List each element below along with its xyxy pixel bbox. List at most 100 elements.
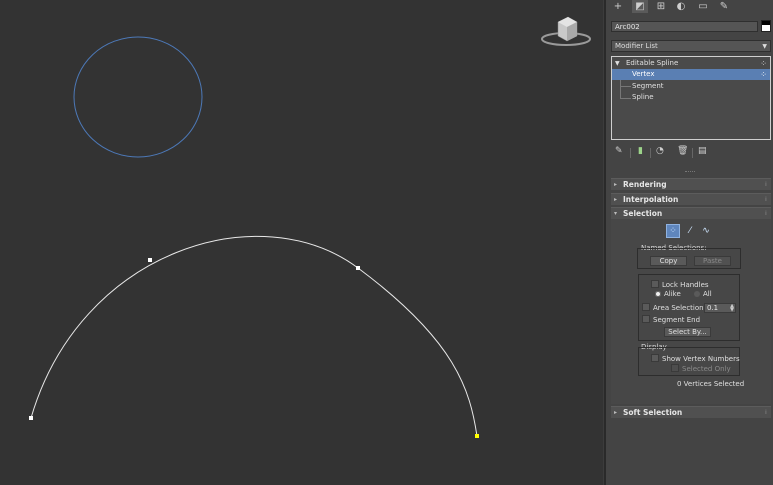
configure-sets-icon[interactable]: ▤ (698, 146, 707, 156)
selected-only-checkbox[interactable]: Selected Only (671, 364, 731, 374)
select-by-button[interactable]: Select By... (664, 327, 711, 337)
object-name-field[interactable]: Arc002 (611, 21, 758, 32)
selection-status: 0 Vertices Selected (677, 380, 745, 388)
chevron-down-icon: ▼ (762, 43, 767, 50)
plus-icon: + (613, 1, 623, 12)
stack-toolbar: ✎ ▮ ◔ 🗑 ▤ (611, 146, 771, 160)
rollout-rendering[interactable]: ▸ Rendering ⁞ (611, 178, 771, 190)
spline-icon: ∿ (702, 226, 710, 236)
stack-item-label: Vertex (632, 70, 655, 78)
alike-radio[interactable]: Alike (655, 290, 681, 299)
command-panel-tabs: + ◩ ⊞ ◐ ▭ ✎ (606, 0, 773, 14)
all-radio[interactable]: All (694, 290, 712, 299)
checkbox-box (671, 364, 679, 372)
stack-item-editable-spline[interactable]: ▼ Editable Spline ⁘ (612, 58, 770, 69)
vertex-point[interactable] (148, 258, 152, 262)
spline-level-button[interactable]: ∿ (699, 224, 713, 238)
modify-icon: ◩ (635, 1, 645, 12)
rollout-interpolation[interactable]: ▸ Interpolation ⁞ (611, 193, 771, 205)
collapse-arrow-icon[interactable]: ▼ (615, 58, 620, 69)
rollout-soft-selection[interactable]: ▸ Soft Selection ⁞ (611, 406, 771, 418)
rollout-title: Selection (623, 209, 663, 218)
toolbar-divider (692, 148, 693, 158)
radio-dot (694, 291, 700, 297)
stack-item-label: Editable Spline (626, 59, 679, 67)
all-label: All (703, 290, 712, 298)
rollout-grip-icon: ⁞ (764, 196, 767, 203)
radio-dot (655, 291, 661, 297)
rollout-grip-icon: ⁞ (764, 409, 767, 416)
area-selection-label: Area Selection: (653, 304, 706, 312)
vertex-icon: ⁘ (669, 226, 677, 236)
modifier-stack[interactable]: ▼ Editable Spline ⁘ Vertex ⁘ Segment Spl… (611, 56, 771, 140)
lock-handles-checkbox[interactable]: Lock Handles (651, 280, 709, 290)
hierarchy-tab[interactable]: ⊞ (653, 0, 669, 13)
selected-only-label: Selected Only (682, 365, 731, 373)
lock-handles-label: Lock Handles (662, 281, 709, 289)
segment-end-label: Segment End (653, 316, 701, 324)
motion-tab[interactable]: ◐ (673, 0, 689, 13)
modify-tab[interactable]: ◩ (632, 0, 648, 13)
stack-item-segment[interactable]: Segment (612, 81, 770, 92)
vertex-level-button[interactable]: ⁘ (666, 224, 680, 238)
area-selection-checkbox[interactable]: Area Selection: (642, 303, 706, 313)
stack-item-spline[interactable]: Spline (612, 92, 770, 103)
checkbox-box (642, 315, 650, 323)
first-vertex-point[interactable] (475, 434, 479, 438)
sub-object-icon: ⁘ (760, 59, 767, 68)
toolbar-divider (650, 148, 651, 158)
checkbox-box (651, 354, 659, 362)
modifier-list-label: Modifier List (615, 42, 658, 50)
copy-button[interactable]: Copy (650, 256, 687, 266)
arc-spline[interactable] (30, 235, 478, 437)
rollout-title: Soft Selection (623, 408, 683, 417)
motion-icon: ◐ (676, 1, 686, 12)
stack-item-label: Spline (632, 93, 654, 101)
circle-shape[interactable] (73, 36, 203, 158)
expand-arrow-icon: ▸ (614, 181, 618, 188)
expand-arrow-icon: ▸ (614, 409, 618, 416)
viewcube[interactable] (541, 16, 591, 46)
display-tab[interactable]: ▭ (695, 0, 711, 13)
make-unique-icon[interactable]: ◔ (656, 146, 664, 156)
segment-level-button[interactable]: ⁄ (683, 224, 697, 238)
checkbox-box (642, 303, 650, 311)
drag-grip[interactable] (685, 171, 695, 174)
hierarchy-icon: ⊞ (656, 1, 666, 12)
collapse-arrow-icon: ▾ (614, 210, 618, 217)
command-panel: + ◩ ⊞ ◐ ▭ ✎ Arc002 Modifier List ▼ ▼ Edi… (606, 0, 773, 485)
pin-stack-icon[interactable]: ✎ (615, 146, 623, 156)
segment-icon: ⁄ (689, 226, 691, 236)
paste-button[interactable]: Paste (694, 256, 731, 266)
show-end-result-icon[interactable]: ▮ (638, 146, 643, 156)
utilities-tab[interactable]: ✎ (716, 0, 732, 13)
create-tab[interactable]: + (610, 0, 626, 13)
segment-end-checkbox[interactable]: Segment End (642, 315, 700, 325)
area-selection-spinner[interactable]: 0.1 ▲ ▼ (704, 303, 736, 313)
vertex-point[interactable] (29, 416, 33, 420)
trash-icon[interactable]: 🗑 (677, 146, 688, 156)
rollout-selection[interactable]: ▾ Selection ⁞ (611, 207, 771, 219)
toolbar-divider (630, 148, 631, 158)
wrench-icon: ✎ (719, 1, 729, 12)
vertex-point[interactable] (356, 266, 360, 270)
show-vertex-numbers-label: Show Vertex Numbers (662, 355, 740, 363)
stack-item-label: Segment (632, 82, 664, 90)
rollout-grip-icon: ⁞ (764, 210, 767, 217)
perspective-viewport[interactable] (0, 0, 603, 485)
stack-item-vertex[interactable]: Vertex ⁘ (612, 69, 770, 80)
rollout-title: Rendering (623, 180, 667, 189)
checkbox-box (651, 280, 659, 288)
viewport-canvas[interactable] (0, 0, 603, 485)
spinner-arrows-icon[interactable]: ▲ ▼ (730, 304, 734, 313)
rollout-grip-icon: ⁞ (764, 181, 767, 188)
monitor-icon: ▭ (698, 1, 708, 12)
rollout-title: Interpolation (623, 195, 679, 204)
sub-object-icon: ⁘ (760, 70, 767, 79)
object-color-swatch[interactable] (761, 20, 771, 32)
show-vertex-numbers-checkbox[interactable]: Show Vertex Numbers (651, 354, 740, 364)
modifier-list-dropdown[interactable]: Modifier List ▼ (611, 40, 771, 52)
expand-arrow-icon: ▸ (614, 196, 618, 203)
alike-label: Alike (664, 290, 681, 298)
area-selection-value: 0.1 (707, 304, 719, 312)
